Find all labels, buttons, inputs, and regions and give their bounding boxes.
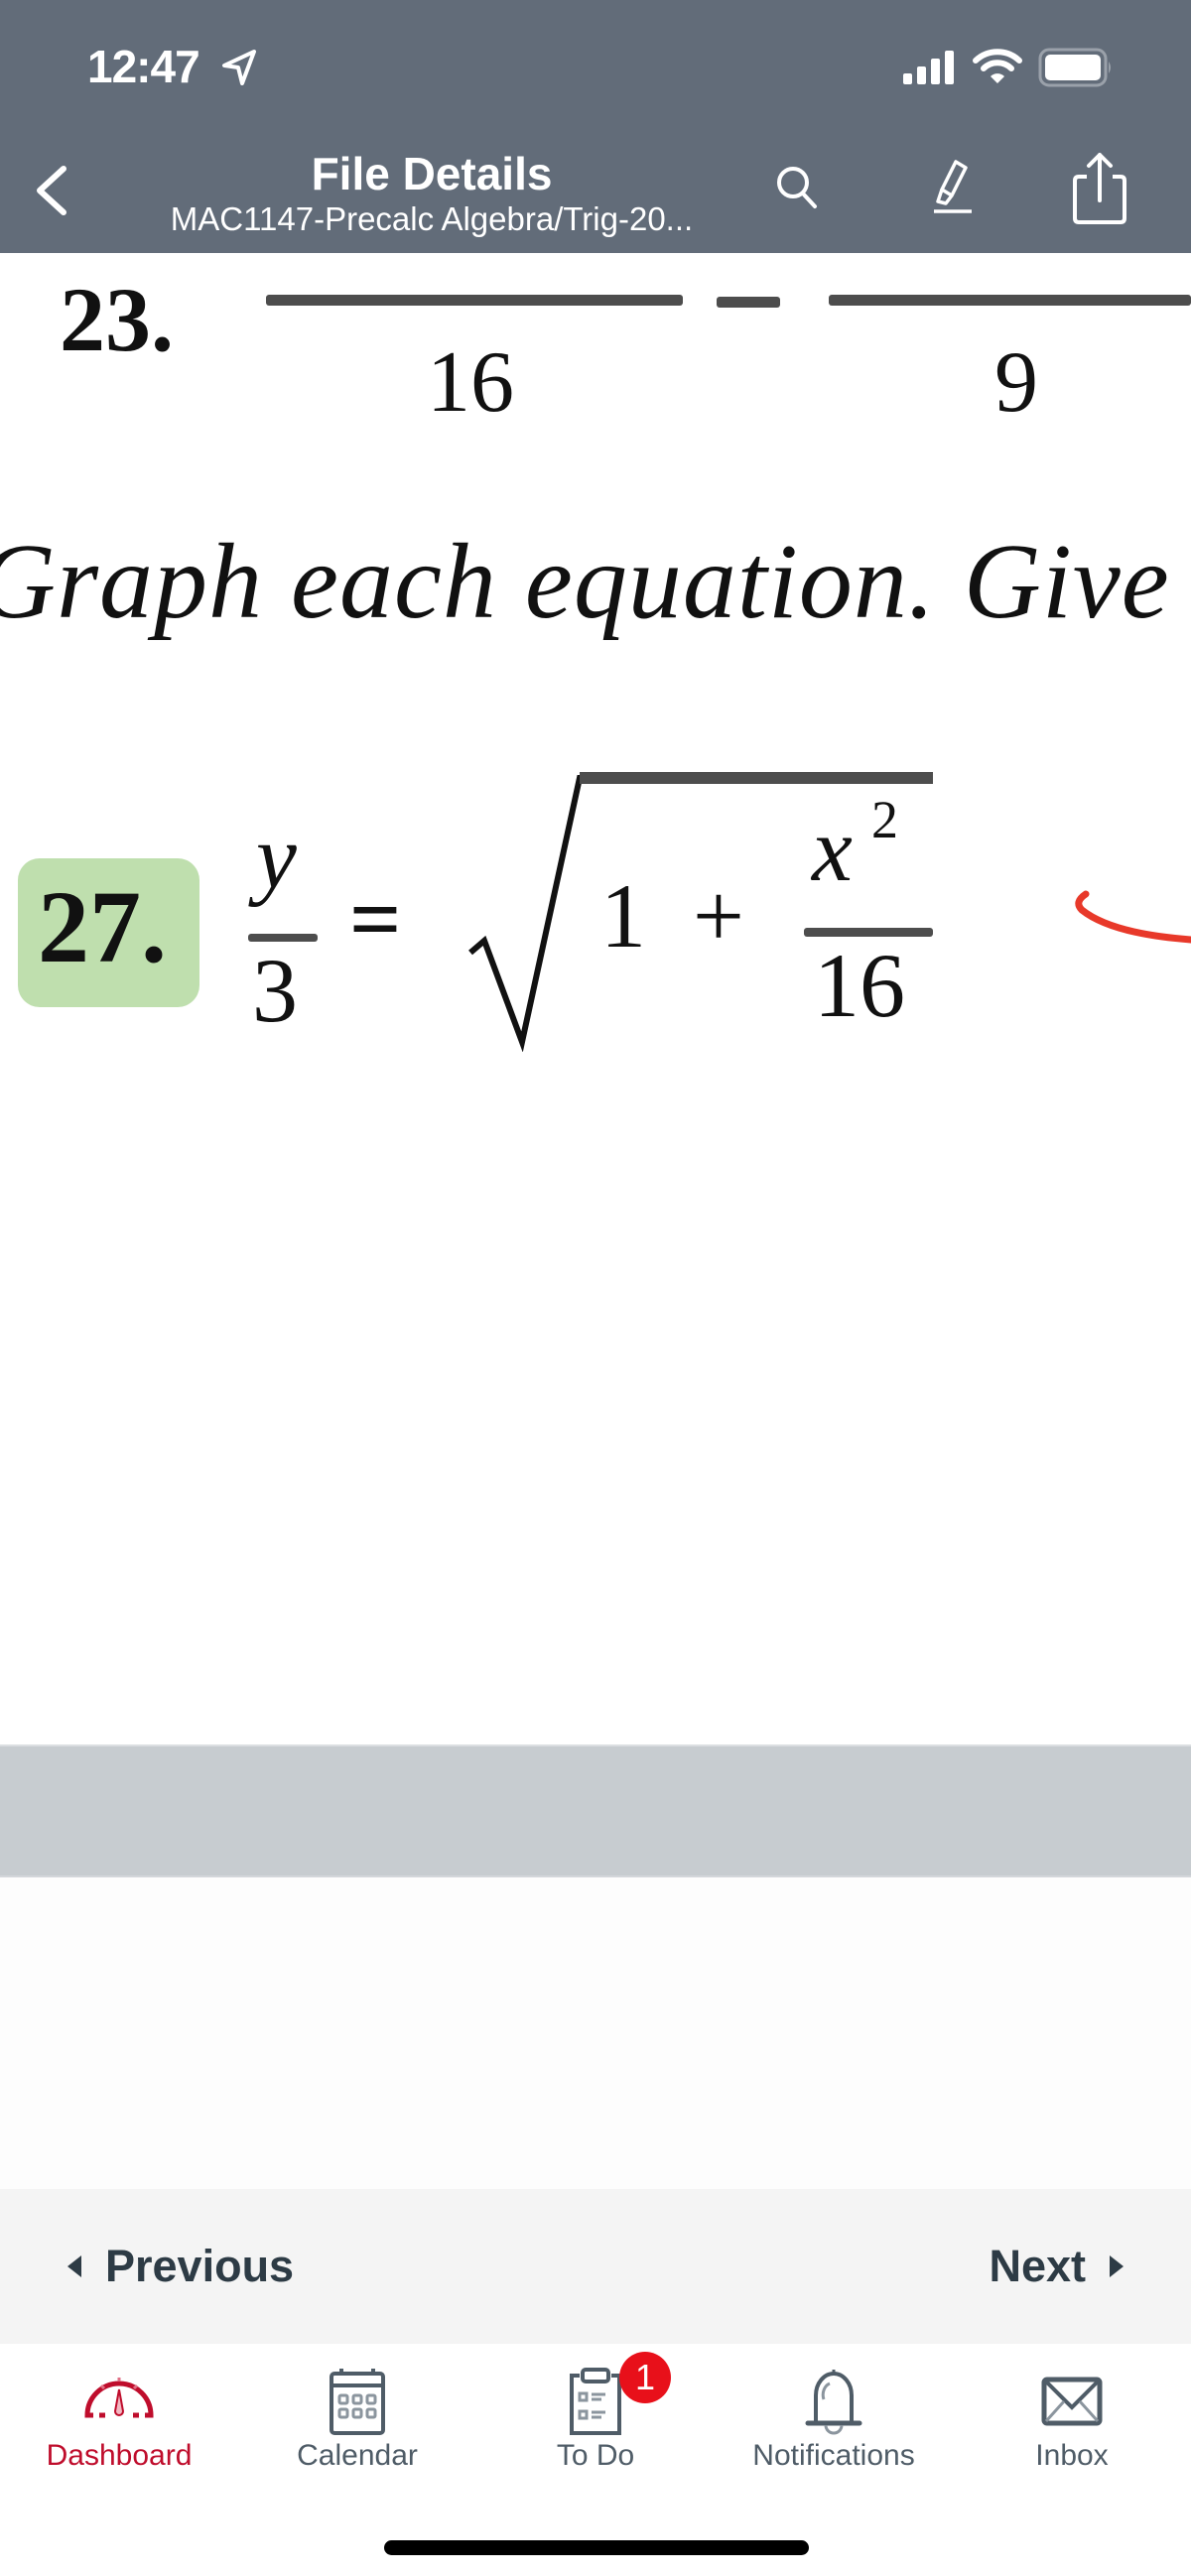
highlighter-icon (934, 160, 972, 213)
tab-notifications[interactable]: Notifications (715, 2344, 953, 2493)
page-title: File Details (311, 148, 553, 199)
fraction-bar (829, 295, 1191, 306)
minus-sign (717, 297, 780, 308)
plus-sign: + (693, 865, 744, 966)
chevron-left-icon (37, 166, 66, 215)
tab-label: Inbox (1035, 2439, 1109, 2472)
annotate-button[interactable] (911, 149, 991, 228)
tab-label: Dashboard (46, 2439, 193, 2472)
tab-label: Notifications (752, 2439, 915, 2472)
home-indicator[interactable] (384, 2540, 809, 2555)
bell-icon (805, 2370, 862, 2435)
wifi-icon (973, 49, 1022, 83)
todo-count-badge: 1 (619, 2352, 671, 2403)
triangle-right-icon (1110, 2255, 1124, 2277)
tab-inbox[interactable]: Inbox (953, 2344, 1191, 2493)
search-icon (777, 167, 817, 208)
problem-27-number: 27. (38, 870, 167, 984)
instruction-text: Graph each equation. Give (0, 523, 1170, 641)
document-viewer[interactable]: 23. 16 9 Graph each equation. Give 27. y… (0, 253, 1191, 1744)
lhs-numerator: y (256, 806, 297, 907)
next-label: Next (989, 2241, 1086, 2291)
share-button[interactable] (1060, 149, 1139, 228)
share-icon (1073, 153, 1126, 224)
page-separator (0, 1744, 1191, 1877)
rhs-numerator: x (812, 799, 853, 900)
previous-button[interactable]: Previous (67, 2189, 294, 2344)
tab-dashboard[interactable]: Dashboard (0, 2344, 238, 2493)
search-button[interactable] (759, 149, 839, 228)
file-pager: Previous Next (0, 2189, 1191, 2344)
tab-label: To Do (556, 2439, 635, 2472)
rhs-exponent: 2 (871, 790, 898, 849)
denominator: 9 (994, 334, 1038, 431)
tab-todo[interactable]: To Do (476, 2344, 715, 2493)
tab-label: Calendar (297, 2439, 418, 2472)
triangle-left-icon (67, 2255, 81, 2277)
dashboard-gauge-icon (84, 2378, 154, 2418)
clipboard-todo-icon (570, 2368, 621, 2435)
rhs-denominator: 16 (814, 935, 905, 1036)
cellular-signal-icon (903, 51, 954, 84)
blank-area (0, 1877, 1191, 2189)
equals-sign: = (349, 868, 402, 969)
back-button[interactable] (28, 161, 75, 220)
radical-term: 1 (600, 865, 646, 966)
battery-icon (1038, 48, 1111, 87)
status-time: 12:47 (87, 41, 200, 92)
app-header: 12:47 File Details MAC1147-Precalc Algeb… (0, 0, 1191, 253)
tab-calendar[interactable]: Calendar (238, 2344, 476, 2493)
envelope-icon (1041, 2377, 1103, 2426)
file-path-subtitle: MAC1147-Precalc Algebra/Trig-20... (170, 200, 694, 237)
calendar-icon (330, 2369, 385, 2435)
previous-label: Previous (105, 2241, 295, 2291)
fraction-bar (266, 295, 683, 306)
next-button[interactable]: Next (989, 2189, 1124, 2344)
ink-annotation (1075, 890, 1191, 944)
location-arrow-icon (222, 50, 256, 85)
denominator: 16 (427, 334, 514, 431)
lhs-denominator: 3 (252, 940, 298, 1041)
problem-23-number: 23. (60, 269, 174, 370)
